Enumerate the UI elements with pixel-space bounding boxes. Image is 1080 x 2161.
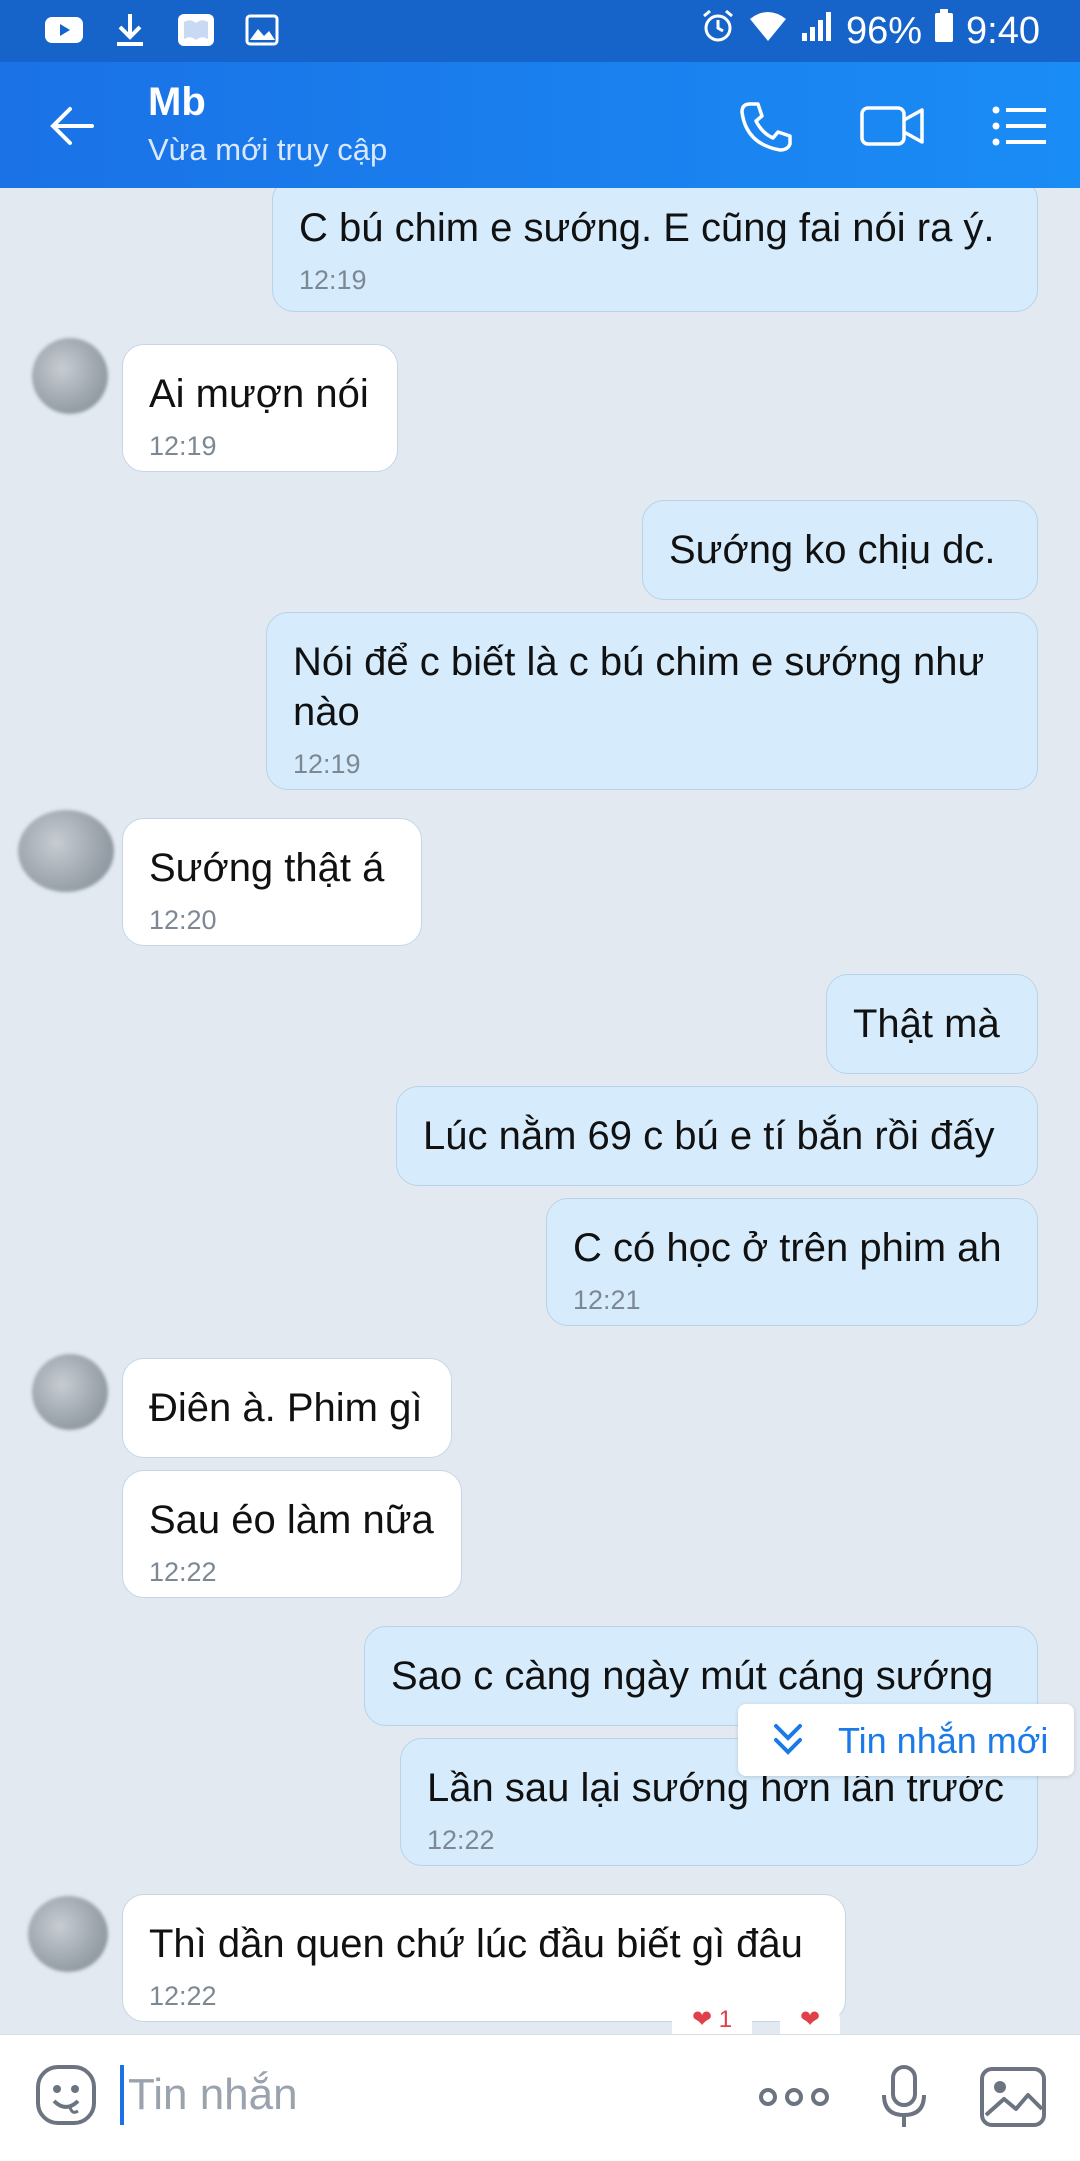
- menu-list-icon[interactable]: [990, 98, 1050, 154]
- message-input-bar: Tin nhắn: [0, 2034, 1080, 2161]
- message-text: Lúc nằm 69 c bú e tí bắn rồi đấy: [423, 1114, 995, 1158]
- status-bar: 96% 9:40: [0, 0, 1080, 62]
- gallery-icon: [242, 12, 282, 48]
- message-bubble-incoming[interactable]: Sướng thật á 12:20: [122, 818, 422, 946]
- message-bubble-incoming[interactable]: Điên à. Phim gì: [122, 1358, 452, 1458]
- new-message-label: Tin nhắn mới: [838, 1720, 1049, 1761]
- message-time: 12:20: [149, 905, 217, 935]
- message-time: 12:22: [149, 1557, 217, 1587]
- message-text: Sao c càng ngày mút cáng sướng: [391, 1654, 994, 1698]
- avatar[interactable]: [32, 338, 108, 414]
- download-icon: [110, 12, 150, 48]
- wifi-icon: [748, 9, 788, 53]
- clock: 9:40: [966, 9, 1040, 52]
- message-text: Điên à. Phim gì: [149, 1386, 423, 1430]
- message-time: 12:22: [427, 1825, 495, 1855]
- message-input[interactable]: Tin nhắn: [128, 2063, 298, 2127]
- video-call-icon[interactable]: [858, 98, 928, 154]
- sticker-emoji-icon[interactable]: [34, 2063, 98, 2127]
- image-gallery-icon[interactable]: [978, 2065, 1048, 2129]
- more-options-icon[interactable]: [756, 2065, 832, 2129]
- message-bubble-incoming[interactable]: Ai mượn nói 12:19: [122, 344, 398, 472]
- phone-call-icon[interactable]: [736, 98, 796, 154]
- message-text: Sau éo làm nữa: [149, 1498, 434, 1542]
- message-bubble-outgoing[interactable]: Thật mà: [826, 974, 1038, 1074]
- message-bubble-outgoing[interactable]: Sướng ko chịu dc.: [642, 500, 1038, 600]
- back-arrow-icon[interactable]: [46, 100, 98, 152]
- message-bubble-outgoing[interactable]: C có học ở trên phim ah 12:21: [546, 1198, 1038, 1326]
- text-caret: [120, 2065, 124, 2125]
- avatar[interactable]: [18, 810, 114, 892]
- microphone-icon[interactable]: [876, 2065, 932, 2129]
- new-message-banner[interactable]: Tin nhắn mới: [738, 1704, 1074, 1776]
- youtube-icon: [44, 12, 84, 48]
- last-seen-status: Vừa mới truy cập: [148, 132, 388, 167]
- message-text: Sướng thật á: [149, 846, 385, 890]
- contact-name[interactable]: Mb: [148, 80, 206, 125]
- message-time: 12:19: [149, 431, 217, 461]
- message-time: 12:22: [149, 1981, 217, 2011]
- message-bubble-outgoing[interactable]: Lúc nằm 69 c bú e tí bắn rồi đấy: [396, 1086, 1038, 1186]
- message-text: Thật mà: [853, 1002, 1000, 1046]
- message-time: 12:19: [299, 265, 367, 295]
- message-text: Ai mượn nói: [149, 372, 369, 416]
- message-bubble-outgoing[interactable]: C bú chim e sướng. E cũng fai nói ra ý. …: [272, 188, 1038, 312]
- message-text: C bú chim e sướng. E cũng fai nói ra ý.: [299, 206, 995, 250]
- double-chevron-down-icon: [768, 1720, 808, 1760]
- alarm-icon: [700, 8, 736, 54]
- message-time: 12:21: [573, 1285, 641, 1315]
- chat-header: Mb Vừa mới truy cập: [0, 62, 1080, 188]
- message-bubble-incoming[interactable]: Sau éo làm nữa 12:22: [122, 1470, 462, 1598]
- book-icon: [176, 12, 216, 48]
- message-bubble-outgoing[interactable]: Nói để c biết là c bú chim e sướng như n…: [266, 612, 1038, 790]
- message-text: Nói để c biết là c bú chim e sướng như n…: [293, 640, 985, 734]
- message-time: 12:19: [293, 749, 361, 779]
- battery-percent: 96%: [845, 9, 923, 52]
- avatar[interactable]: [32, 1354, 108, 1430]
- message-text: C có học ở trên phim ah: [573, 1226, 1002, 1270]
- message-text: Thì dần quen chứ lúc đầu biết gì đâu: [149, 1922, 803, 1966]
- avatar[interactable]: [28, 1896, 108, 1972]
- signal-icon: [800, 9, 834, 53]
- message-text: Sướng ko chịu dc.: [669, 528, 996, 572]
- battery-icon: [934, 9, 954, 53]
